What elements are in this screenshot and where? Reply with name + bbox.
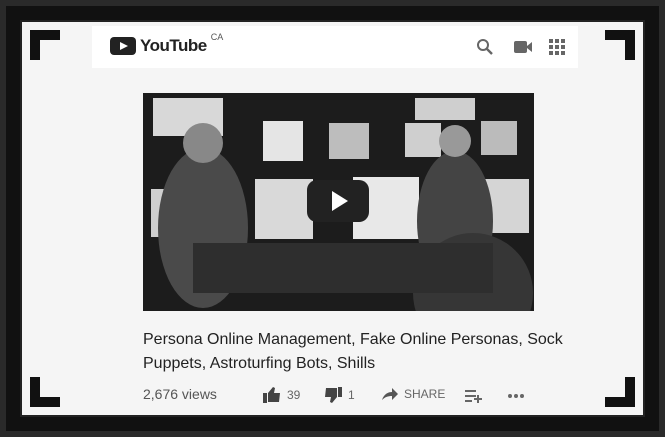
corner-knot-top-left xyxy=(10,10,70,60)
corner-knot-bottom-left xyxy=(10,377,70,427)
dislike-count: 1 xyxy=(348,388,355,402)
screenshot-frame: YouTube CA Persona Online Management, Fa… xyxy=(0,0,665,437)
logo-text: YouTube xyxy=(140,36,207,55)
like-button[interactable]: 39 xyxy=(263,387,300,403)
apps-grid-icon[interactable] xyxy=(547,37,567,57)
youtube-logo[interactable]: YouTube CA xyxy=(110,32,224,58)
region-label: CA xyxy=(210,32,224,42)
youtube-play-logo-icon xyxy=(110,37,136,55)
video-title: Persona Online Management, Fake Online P… xyxy=(143,331,563,372)
add-to-playlist-icon[interactable] xyxy=(464,388,484,404)
video-camera-icon[interactable] xyxy=(512,37,534,57)
share-label: SHARE xyxy=(404,387,446,401)
view-count: 2,676 views xyxy=(143,386,217,402)
thumbs-up-icon xyxy=(263,387,280,403)
like-count: 39 xyxy=(287,388,301,402)
play-button[interactable] xyxy=(307,180,369,222)
share-arrow-icon xyxy=(382,388,398,400)
more-options-icon[interactable] xyxy=(505,390,527,402)
corner-knot-top-right xyxy=(595,10,655,60)
search-icon[interactable] xyxy=(474,36,496,58)
share-button[interactable]: SHARE xyxy=(382,387,445,401)
dislike-button[interactable]: 1 xyxy=(324,387,355,403)
thumbs-down-icon xyxy=(325,387,342,403)
corner-knot-bottom-right xyxy=(595,377,655,427)
